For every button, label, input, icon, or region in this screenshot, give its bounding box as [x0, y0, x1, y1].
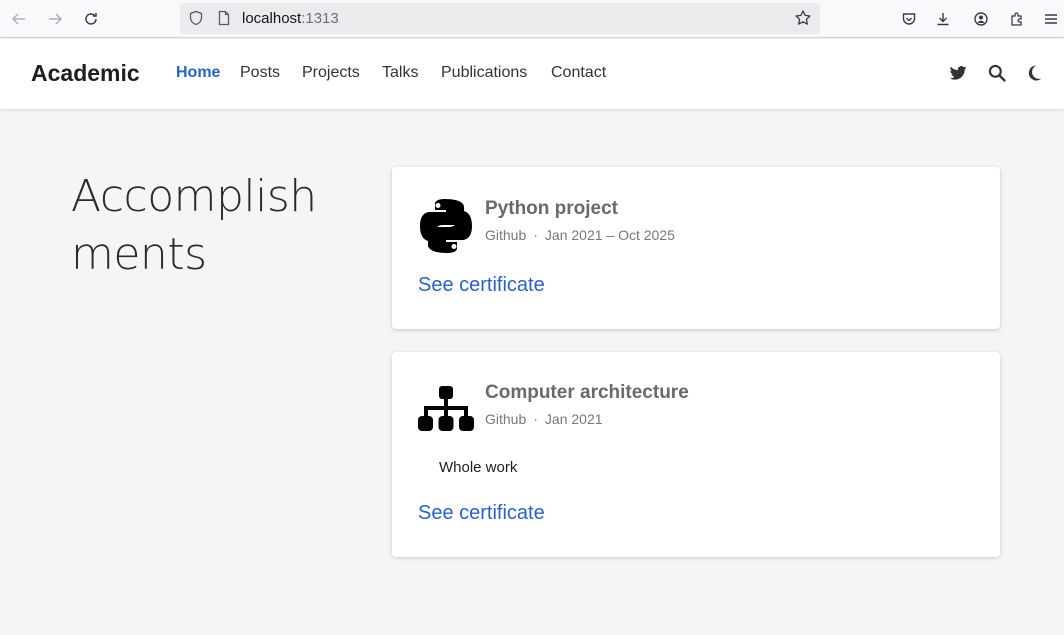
- nav-item-publications[interactable]: Publications: [441, 64, 527, 82]
- search-icon[interactable]: [987, 63, 1007, 83]
- nav-item-projects[interactable]: Projects: [302, 64, 360, 82]
- url-bar[interactable]: localhost:1313: [180, 3, 820, 34]
- page-icon: [218, 10, 230, 26]
- nav-item-talks[interactable]: Talks: [382, 64, 418, 82]
- site-navbar: Academic Home Posts Projects Talks Publi…: [0, 39, 1064, 109]
- meta-separator: ·: [533, 227, 538, 243]
- card-date: Jan 2021: [544, 411, 603, 427]
- forward-icon[interactable]: [42, 6, 68, 32]
- reload-icon[interactable]: [78, 6, 104, 32]
- twitter-icon[interactable]: [948, 63, 968, 83]
- see-certificate-link[interactable]: See certificate: [418, 502, 545, 525]
- card-description: Whole work: [439, 459, 518, 476]
- url-text[interactable]: localhost:1313: [242, 10, 339, 27]
- nav-item-home[interactable]: Home: [176, 64, 220, 82]
- card-meta: Github · Jan 2021 – Oct 2025: [485, 227, 675, 243]
- account-icon[interactable]: [968, 6, 994, 32]
- meta-separator: ·: [533, 411, 538, 427]
- section-title: Accomplishments: [71, 171, 317, 280]
- moon-icon[interactable]: [1024, 63, 1044, 83]
- card-organization: Github: [485, 411, 527, 427]
- accomplishment-card: Python project Github · Jan 2021 – Oct 202…: [392, 167, 1000, 329]
- sitemap-icon: [418, 380, 474, 438]
- card-meta: Github · Jan 2021: [485, 411, 603, 427]
- nav-item-posts[interactable]: Posts: [240, 64, 280, 82]
- download-icon[interactable]: [930, 6, 956, 32]
- pocket-icon[interactable]: [896, 6, 922, 32]
- site-brand[interactable]: Academic: [31, 60, 140, 87]
- nav-item-contact[interactable]: Contact: [551, 64, 606, 82]
- python-icon: [418, 197, 474, 255]
- card-title[interactable]: Computer architecture: [485, 382, 689, 404]
- card-title[interactable]: Python project: [485, 198, 618, 220]
- menu-icon[interactable]: [1038, 6, 1064, 32]
- card-date: Jan 2021 – Oct 2025: [544, 227, 675, 243]
- back-icon[interactable]: [6, 6, 32, 32]
- see-certificate-link[interactable]: See certificate: [418, 274, 545, 297]
- shield-icon[interactable]: [188, 10, 204, 26]
- url-port: :1313: [301, 10, 339, 27]
- accomplishment-card: Computer architecture Github · Jan 2021 Wh…: [392, 352, 1000, 557]
- bookmark-star-icon[interactable]: [794, 9, 812, 27]
- url-host: localhost: [242, 10, 302, 27]
- extensions-icon[interactable]: [1004, 6, 1030, 32]
- card-organization: Github: [485, 227, 527, 243]
- browser-toolbar: localhost:1313: [0, 0, 1064, 38]
